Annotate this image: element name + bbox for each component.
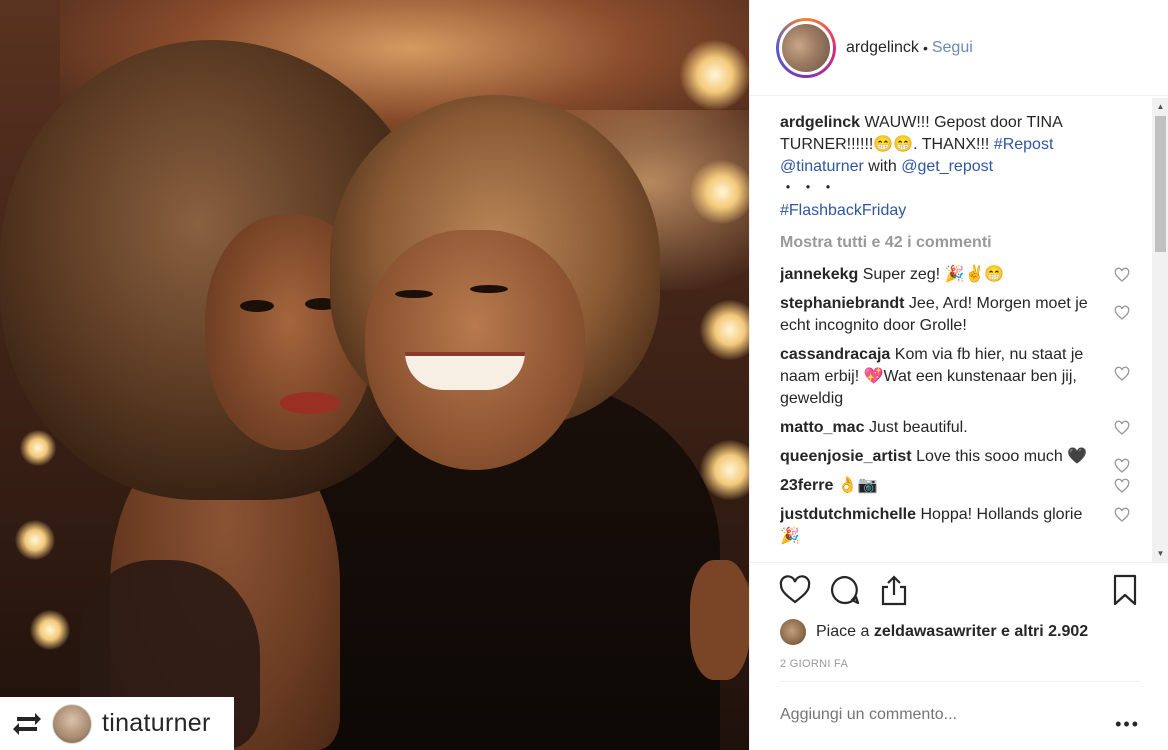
mention-get-repost[interactable]: @get_repost: [901, 158, 993, 175]
comment-text: Super zeg! 🎉✌😁: [862, 266, 1005, 283]
add-comment-input[interactable]: [780, 706, 1080, 724]
comment-username[interactable]: justdutchmichelle: [780, 506, 916, 523]
comments-list[interactable]: ardgelinck WAUW!!! Gepost door TINA TURN…: [780, 112, 1138, 564]
heart-icon[interactable]: [1114, 267, 1130, 283]
post-header: ardgelinck • Segui: [750, 0, 1168, 96]
comment-username[interactable]: 23ferre: [780, 477, 833, 494]
heart-icon[interactable]: [1114, 507, 1130, 523]
stage-light: [30, 610, 70, 650]
caption-with: with: [868, 158, 897, 175]
caption-dots: ・・・: [780, 180, 841, 197]
share-icon[interactable]: [877, 573, 911, 607]
avatar: [52, 703, 92, 744]
eye: [240, 300, 274, 312]
heart-icon[interactable]: [1114, 305, 1130, 321]
more-options-button[interactable]: •••: [1115, 714, 1140, 735]
stage-light: [15, 520, 55, 560]
header-username[interactable]: ardgelinck: [846, 39, 919, 57]
scroll-thumb[interactable]: [1155, 116, 1166, 252]
comment-text: Just beautiful.: [868, 419, 968, 436]
show-all-comments-link[interactable]: Mostra tutti e 42 i commenti: [780, 232, 1138, 254]
face-right: [365, 230, 585, 470]
hashtag-flashbackfriday[interactable]: #FlashbackFriday: [780, 202, 906, 219]
caption-username[interactable]: ardgelinck: [780, 114, 860, 131]
scroll-up-arrow[interactable]: ▲: [1152, 98, 1168, 115]
repost-username: tinaturner: [102, 709, 211, 737]
story-ring[interactable]: [776, 17, 836, 78]
stage-light: [700, 300, 749, 360]
post-photo[interactable]: tinaturner: [0, 0, 749, 750]
hashtag-repost[interactable]: #Repost: [994, 136, 1054, 153]
separator-dot: •: [922, 39, 928, 56]
comment-bubble-icon[interactable]: [828, 573, 862, 607]
like-heart-icon[interactable]: [778, 573, 812, 607]
comment: jannekekg Super zeg! 🎉✌😁: [780, 264, 1138, 286]
comment-username[interactable]: jannekekg: [780, 266, 858, 283]
stage-light: [20, 430, 56, 466]
smile: [405, 352, 525, 390]
heart-icon[interactable]: [1114, 366, 1130, 382]
caption: ardgelinck WAUW!!! Gepost door TINA TURN…: [780, 112, 1138, 222]
comment: cassandracaja Kom via fb hier, nu staat …: [780, 344, 1138, 410]
comment-username[interactable]: matto_mac: [780, 419, 864, 436]
repost-icon: [10, 710, 44, 738]
hand: [690, 560, 749, 680]
scroll-down-arrow[interactable]: ▼: [1152, 545, 1168, 562]
likes-username[interactable]: zeldawasawriter: [874, 623, 997, 641]
comment: 23ferre 👌📷: [780, 475, 1138, 497]
comment-text: 👌📷: [837, 477, 878, 494]
comment: queenjosie_artist Love this sooo much 🖤: [780, 446, 1138, 473]
likes-prefix: Piace a: [816, 623, 870, 640]
heart-icon[interactable]: [1114, 478, 1130, 494]
comment: matto_mac Just beautiful.: [780, 417, 1138, 439]
heart-icon[interactable]: [1114, 420, 1130, 436]
likes-suffix[interactable]: e altri 2.902: [1001, 623, 1088, 641]
post-timestamp[interactable]: 2 GIORNI FA: [780, 658, 848, 670]
avatar[interactable]: [780, 619, 806, 645]
comment: stephaniebrandt Jee, Ard! Morgen moet je…: [780, 293, 1138, 337]
eye: [395, 290, 433, 298]
comment-username[interactable]: stephaniebrandt: [780, 295, 904, 312]
bookmark-icon[interactable]: [1108, 573, 1142, 607]
comment-text: Love this sooo much 🖤: [916, 448, 1088, 465]
comment-username[interactable]: cassandracaja: [780, 346, 890, 363]
comment: justdutchmichelle Hoppa! Hollands glorie…: [780, 504, 1138, 548]
add-comment-bar: •••: [780, 681, 1140, 750]
likes-line: Piace a zeldawasawriter e altri 2.902: [780, 619, 1088, 645]
eye: [470, 285, 508, 293]
stage-light: [680, 40, 749, 110]
mention-tinaturner[interactable]: @tinaturner: [780, 158, 864, 175]
lips: [280, 392, 340, 414]
repost-badge: tinaturner: [0, 697, 234, 750]
post-actions: Piace a zeldawasawriter e altri 2.902 2 …: [750, 562, 1168, 750]
comments-scrollbar[interactable]: ▲ ▼: [1152, 98, 1168, 562]
stage-light: [690, 160, 749, 224]
heart-icon[interactable]: [1114, 458, 1130, 474]
avatar[interactable]: [779, 20, 833, 75]
post-sidebar: ardgelinck • Segui ardgelinck WAUW!!! Ge…: [749, 0, 1168, 750]
follow-button[interactable]: Segui: [932, 39, 973, 57]
comment-username[interactable]: queenjosie_artist: [780, 448, 912, 465]
